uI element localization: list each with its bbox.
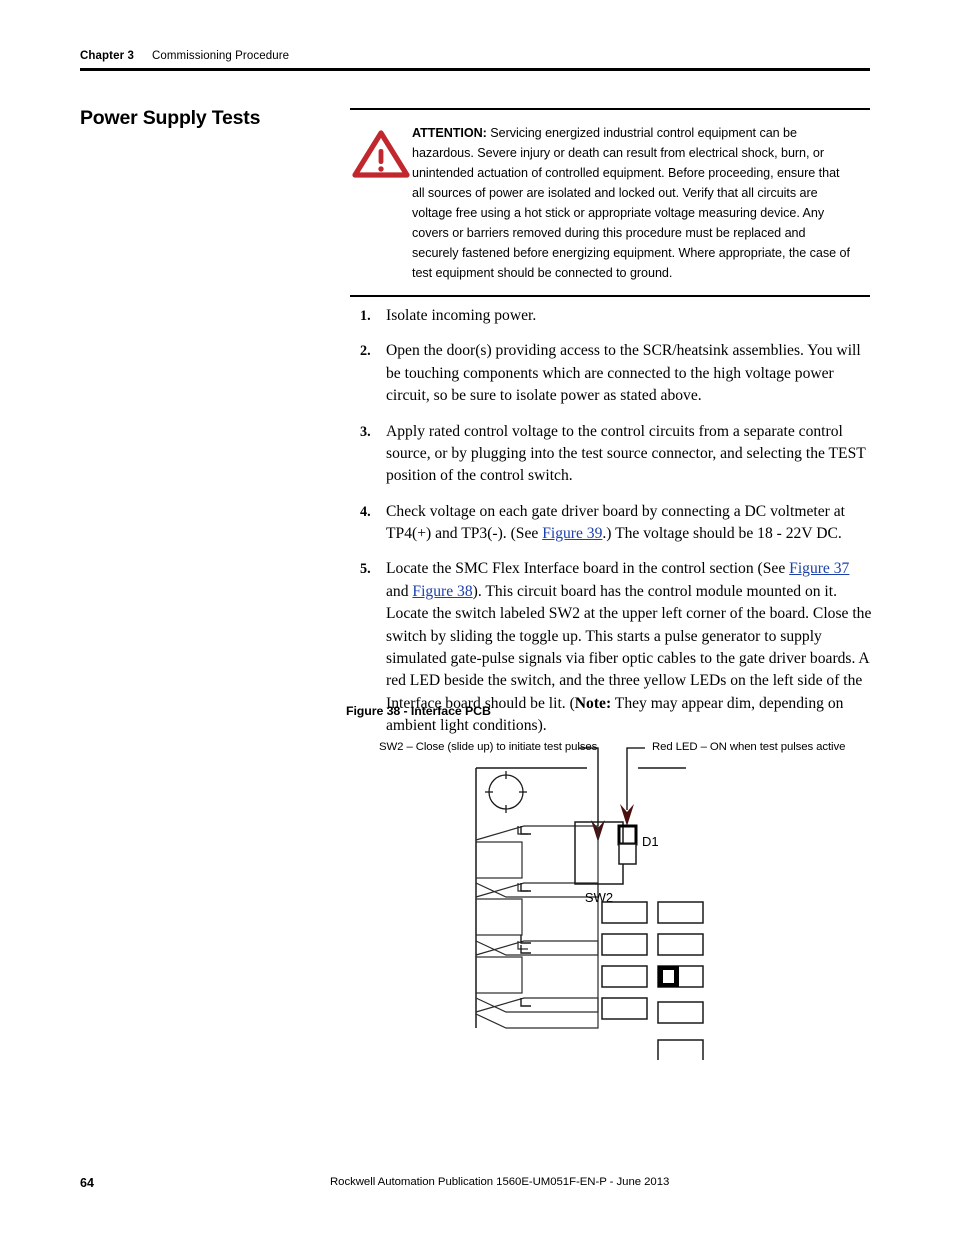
fiber-connector-group — [475, 825, 599, 1029]
step-text: Open the door(s) providing access to the… — [386, 342, 861, 405]
page-number: 64 — [80, 1176, 94, 1190]
list-item: 4. Check voltage on each gate driver boa… — [360, 501, 875, 546]
step-number: 1. — [360, 308, 371, 324]
page-title: Power Supply Tests — [80, 107, 261, 129]
attention-callout: ATTENTION: Servicing energized industria… — [350, 108, 870, 298]
warning-triangle-icon — [350, 123, 412, 179]
publication-info: Rockwell Automation Publication 1560E-UM… — [330, 1176, 670, 1188]
header-breadcrumb: Chapter 3 Commissioning Procedure — [80, 50, 870, 62]
step-text-part: ). This circuit board has the control mo… — [386, 582, 872, 712]
step-text-part: Locate the SMC Flex Interface board in t… — [386, 560, 790, 578]
list-item: 2. Open the door(s) providing access to … — [360, 340, 875, 407]
list-item: 3. Apply rated control voltage to the co… — [360, 421, 875, 488]
keyed-component-marker — [658, 966, 679, 987]
page-header: Chapter 3 Commissioning Procedure — [80, 50, 870, 71]
callout-leader-lines — [579, 747, 645, 768]
component-grid — [601, 901, 704, 1060]
procedure-step-list: 1. Isolate incoming power. 2. Open the d… — [360, 305, 875, 737]
d1-label: D1 — [642, 834, 659, 849]
figure-38-link[interactable]: Figure 38 — [412, 583, 472, 600]
header-topic-label: Commissioning Procedure — [151, 50, 290, 62]
figure-37-link[interactable]: Figure 37 — [789, 560, 849, 577]
header-chapter-label: Chapter 3 — [80, 50, 134, 62]
interface-pcb-figure: SW2 – Close (slide up) to initiate test … — [346, 730, 870, 1060]
step-text-part: and — [386, 582, 413, 600]
attention-text: ATTENTION: Servicing energized industria… — [412, 123, 870, 283]
pcb-board-outline — [475, 767, 686, 1028]
d1-led-component — [617, 824, 638, 865]
attention-body: Servicing energized industrial control e… — [412, 126, 850, 281]
page-footer: 64 Rockwell Automation Publication 1560E… — [80, 1176, 870, 1190]
step-number: 2. — [360, 343, 371, 360]
step-number: 3. — [360, 423, 371, 440]
list-item: 1. Isolate incoming power. — [360, 305, 875, 327]
note-label: Note: — [574, 694, 612, 712]
step-text: Isolate incoming power. — [386, 307, 537, 324]
figure-caption: Figure 38 - Interface PCB — [346, 704, 491, 718]
pcb-drawing: SW2 D1 — [475, 747, 704, 1060]
attention-label: ATTENTION: — [412, 126, 487, 140]
step-number: 4. — [360, 503, 371, 520]
step-text-part: .) The voltage should be 18 - 22V DC. — [602, 525, 842, 542]
mounting-hole-icon — [485, 771, 527, 813]
header-divider — [80, 68, 870, 71]
step-text: Apply rated control voltage to the contr… — [386, 422, 866, 485]
step-text: Check voltage on each gate driver board … — [386, 501, 875, 546]
figure-39-link[interactable]: Figure 39 — [542, 525, 602, 542]
document-page: Chapter 3 Commissioning Procedure Power … — [0, 0, 954, 1235]
